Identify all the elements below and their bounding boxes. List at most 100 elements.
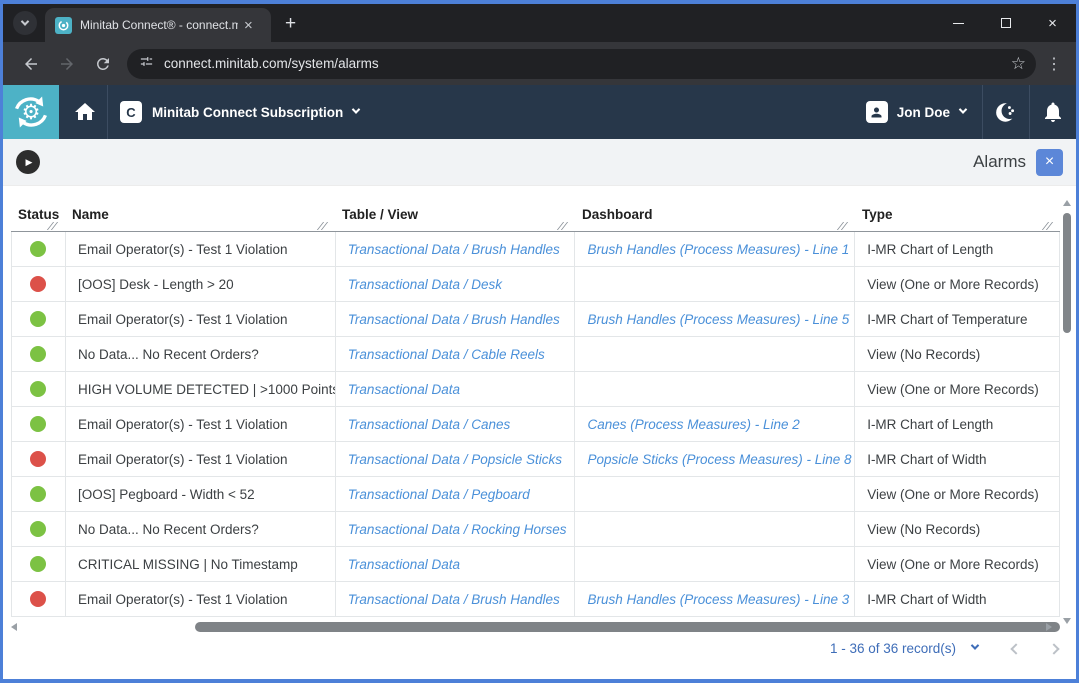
minitab-connect-logo-icon[interactable]: ⚙ bbox=[3, 85, 59, 139]
reload-button[interactable] bbox=[89, 50, 117, 78]
vertical-scrollbar[interactable] bbox=[1060, 200, 1074, 624]
column-header-dashboard[interactable]: Dashboard bbox=[575, 207, 855, 231]
table-row[interactable]: HIGH VOLUME DETECTED | >1000 Points Tran… bbox=[11, 372, 1060, 407]
dashboard-link[interactable]: Popsicle Sticks (Process Measures) - Lin… bbox=[587, 452, 851, 467]
page-toolbar: ▶ Alarms × bbox=[3, 139, 1076, 186]
status-cell bbox=[12, 442, 66, 476]
dashboard-cell bbox=[575, 512, 855, 546]
status-dot bbox=[30, 416, 46, 432]
table-header-row: Status Name Table / View Dashboard Type bbox=[11, 186, 1060, 232]
status-cell bbox=[12, 267, 66, 301]
pagination: 1 - 36 of 36 record(s) bbox=[830, 641, 1058, 656]
scroll-down-arrow-icon[interactable] bbox=[1063, 618, 1071, 624]
dashboard-link[interactable]: Brush Handles (Process Measures) - Line … bbox=[587, 312, 849, 327]
status-cell bbox=[12, 512, 66, 546]
column-resize-handle[interactable] bbox=[317, 222, 327, 230]
column-resize-handle[interactable] bbox=[837, 222, 847, 230]
alarm-type: View (No Records) bbox=[855, 337, 1060, 371]
address-bar[interactable]: connect.minitab.com/system/alarms ☆ bbox=[127, 49, 1036, 79]
dashboard-cell: Popsicle Sticks (Process Measures) - Lin… bbox=[575, 442, 855, 476]
home-button[interactable] bbox=[63, 85, 107, 139]
scroll-left-arrow-icon[interactable] bbox=[11, 623, 17, 631]
table-view-link[interactable]: Transactional Data / Canes bbox=[348, 417, 511, 432]
status-cell bbox=[12, 372, 66, 406]
horizontal-scrollbar[interactable] bbox=[3, 620, 1060, 633]
night-mode-schedule-button[interactable] bbox=[983, 85, 1029, 139]
column-header-name[interactable]: Name bbox=[65, 207, 335, 231]
table-view-link[interactable]: Transactional Data / Brush Handles bbox=[348, 592, 560, 607]
records-count-label[interactable]: 1 - 36 of 36 record(s) bbox=[830, 641, 956, 656]
column-header-type[interactable]: Type bbox=[855, 207, 1060, 231]
table-row[interactable]: Email Operator(s) - Test 1 Violation Tra… bbox=[11, 302, 1060, 337]
table-row[interactable]: [OOS] Pegboard - Width < 52 Transactiona… bbox=[11, 477, 1060, 512]
url-text[interactable]: connect.minitab.com/system/alarms bbox=[164, 56, 1011, 71]
table-view-cell: Transactional Data bbox=[336, 547, 576, 581]
dashboard-link[interactable]: Canes (Process Measures) - Line 2 bbox=[587, 417, 799, 432]
table-row[interactable]: No Data... No Recent Orders? Transaction… bbox=[11, 337, 1060, 372]
play-button[interactable]: ▶ bbox=[16, 150, 40, 174]
notifications-bell-button[interactable] bbox=[1030, 85, 1076, 139]
table-view-link[interactable]: Transactional Data bbox=[348, 382, 460, 397]
table-view-link[interactable]: Transactional Data bbox=[348, 557, 460, 572]
table-row[interactable]: CRITICAL MISSING | No Timestamp Transact… bbox=[11, 547, 1060, 582]
dashboard-link[interactable]: Brush Handles (Process Measures) - Line … bbox=[587, 592, 849, 607]
status-dot bbox=[30, 451, 46, 467]
back-button[interactable] bbox=[17, 50, 45, 78]
table-view-link[interactable]: Transactional Data / Brush Handles bbox=[348, 312, 560, 327]
close-alarms-button[interactable]: × bbox=[1036, 149, 1063, 176]
subscription-label[interactable]: Minitab Connect Subscription bbox=[152, 105, 343, 120]
column-resize-handle[interactable] bbox=[1042, 222, 1052, 230]
chevron-down-icon[interactable] bbox=[971, 641, 979, 649]
table-view-link[interactable]: Transactional Data / Rocking Horses bbox=[348, 522, 567, 537]
column-header-table-view[interactable]: Table / View bbox=[335, 207, 575, 231]
column-resize-handle[interactable] bbox=[557, 222, 567, 230]
dashboard-cell: Brush Handles (Process Measures) - Line … bbox=[575, 302, 855, 336]
browser-menu-icon[interactable]: ⋮ bbox=[1042, 54, 1066, 74]
window-close-button[interactable]: × bbox=[1029, 4, 1076, 42]
chevron-down-icon[interactable] bbox=[352, 105, 360, 113]
horizontal-scrollbar-thumb[interactable] bbox=[195, 622, 1060, 632]
bookmark-star-icon[interactable]: ☆ bbox=[1011, 54, 1026, 74]
window-maximize-button[interactable] bbox=[982, 4, 1029, 42]
alarm-name: [OOS] Desk - Length > 20 bbox=[66, 267, 336, 301]
forward-button[interactable] bbox=[53, 50, 81, 78]
table-row[interactable]: Email Operator(s) - Test 1 Violation Tra… bbox=[11, 407, 1060, 442]
vertical-scrollbar-thumb[interactable] bbox=[1063, 213, 1071, 333]
table-row[interactable]: Email Operator(s) - Test 1 Violation Tra… bbox=[11, 232, 1060, 267]
alarm-name: [OOS] Pegboard - Width < 52 bbox=[66, 477, 336, 511]
table-view-link[interactable]: Transactional Data / Cable Reels bbox=[348, 347, 545, 362]
status-dot bbox=[30, 311, 46, 327]
table-row[interactable]: [OOS] Desk - Length > 20 Transactional D… bbox=[11, 267, 1060, 302]
table-row[interactable]: Email Operator(s) - Test 1 Violation Tra… bbox=[11, 582, 1060, 617]
table-view-link[interactable]: Transactional Data / Pegboard bbox=[348, 487, 530, 502]
previous-page-button[interactable] bbox=[1010, 643, 1021, 654]
user-avatar-icon bbox=[866, 101, 888, 123]
scroll-right-arrow-icon[interactable] bbox=[1046, 623, 1052, 631]
table-row[interactable]: Email Operator(s) - Test 1 Violation Tra… bbox=[11, 442, 1060, 477]
alarm-type: I-MR Chart of Length bbox=[855, 407, 1060, 441]
next-page-button[interactable] bbox=[1048, 643, 1059, 654]
table-view-link[interactable]: Transactional Data / Desk bbox=[348, 277, 502, 292]
dashboard-cell: Canes (Process Measures) - Line 2 bbox=[575, 407, 855, 441]
column-header-status[interactable]: Status bbox=[11, 207, 65, 231]
browser-tab[interactable]: Minitab Connect® - connect.mi × bbox=[45, 8, 271, 42]
chevron-down-icon bbox=[21, 17, 29, 25]
dashboard-link[interactable]: Brush Handles (Process Measures) - Line … bbox=[587, 242, 849, 257]
tab-search-button[interactable] bbox=[13, 11, 37, 35]
alarm-type: View (One or More Records) bbox=[855, 267, 1060, 301]
user-menu[interactable]: Jon Doe bbox=[850, 85, 982, 139]
table-view-link[interactable]: Transactional Data / Popsicle Sticks bbox=[348, 452, 562, 467]
minimize-icon bbox=[953, 23, 964, 24]
minitab-connect-favicon-icon bbox=[55, 17, 72, 34]
new-tab-button[interactable]: + bbox=[285, 14, 296, 33]
app-header: ⚙ C Minitab Connect Subscription Jon Doe bbox=[3, 85, 1076, 139]
table-row[interactable]: No Data... No Recent Orders? Transaction… bbox=[11, 512, 1060, 547]
tab-close-icon[interactable]: × bbox=[244, 18, 253, 33]
table-view-link[interactable]: Transactional Data / Brush Handles bbox=[348, 242, 560, 257]
column-resize-handle[interactable] bbox=[47, 222, 57, 230]
scroll-up-arrow-icon[interactable] bbox=[1063, 200, 1071, 206]
status-cell bbox=[12, 582, 66, 616]
window-minimize-button[interactable] bbox=[935, 4, 982, 42]
org-badge: C bbox=[120, 101, 142, 123]
site-info-icon[interactable] bbox=[139, 54, 154, 74]
